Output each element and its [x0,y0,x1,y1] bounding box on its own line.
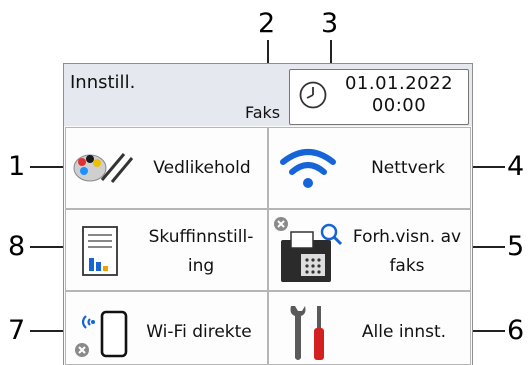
tile-alle-innstillinger[interactable]: Alle innst. [268,291,471,365]
callout-4: 4 [507,151,525,182]
callout-7: 7 [8,315,26,346]
time-value: 00:00 [371,95,427,116]
callout-1: 1 [8,151,26,182]
ink-brush-icon [73,153,134,183]
header-title: Innstill. [70,72,136,93]
date-value: 01.01.2022 [344,73,454,94]
callout-6: 6 [507,315,525,346]
tile-skuffinnstilling[interactable]: Skuffinnstill- ing [65,209,268,291]
lcd-screen: Innstill. Faks 01.01.2022 00:00 Vedlikeh… [63,63,473,365]
tile-label: Nettverk [371,158,445,178]
tools-icon [290,306,324,360]
tile-label: Alle innst. [361,322,447,342]
callout-3: 3 [321,8,339,39]
tile-label-line-2: faks [389,256,425,276]
callout-8: 8 [8,231,26,262]
callout-5: 5 [507,231,525,262]
callout-2: 2 [258,8,276,39]
tile-label: Wi-Fi direkte [146,322,252,342]
tile-nettverk[interactable]: Nettverk [268,127,471,209]
tray-settings-icon [82,226,118,276]
tile-label-line-1: Skuffinnstill- [148,227,254,247]
wifi-direct-icon [75,310,128,358]
status-header: Innstill. Faks 01.01.2022 00:00 [64,64,472,126]
clock-icon [299,81,327,109]
tile-label-line-1: Forh.visn. av [352,227,462,247]
tile-vedlikehold[interactable]: Vedlikehold [65,127,268,209]
tile-label: Vedlikehold [153,158,251,178]
date-time-button[interactable]: 01.01.2022 00:00 [289,69,469,125]
tile-forhandsvisning-faks[interactable]: Forh.visn. av faks [268,209,471,291]
header-mode: Faks [245,103,281,122]
tile-wifi-direkte[interactable]: Wi-Fi direkte [65,291,268,365]
tile-label-line-2: ing [187,256,215,276]
fax-preview-icon [274,217,343,282]
wifi-icon [280,149,336,188]
